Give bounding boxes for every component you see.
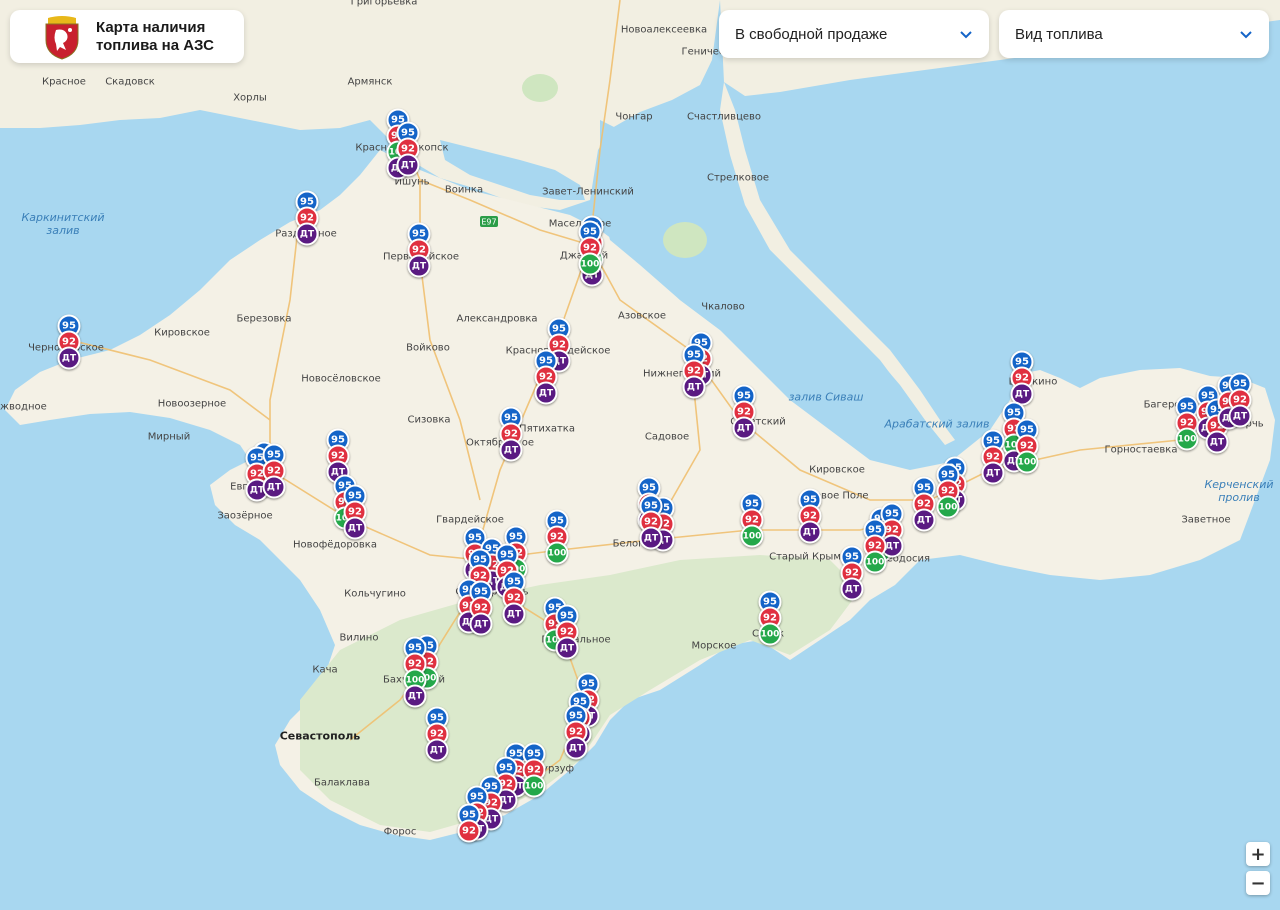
- fuel-marker-100[interactable]: 100: [740, 524, 764, 548]
- app-title-line2: топлива на АЗС: [96, 36, 214, 54]
- place-label: Вилино: [339, 632, 379, 644]
- place-label: Старый Крым: [769, 551, 841, 563]
- fuel-marker-dt[interactable]: ДТ: [798, 520, 822, 544]
- chevron-down-icon: [960, 31, 972, 39]
- place-label: Горностаевка: [1104, 444, 1178, 456]
- water-label: залив Сиваш: [788, 390, 864, 404]
- place-label: Хорлы: [233, 92, 267, 104]
- place-label: Балаклава: [313, 777, 371, 789]
- place-label: Садовое: [644, 431, 690, 443]
- place-label: Межводное: [0, 401, 47, 413]
- place-label: Форос: [383, 826, 417, 838]
- fuel-marker-dt[interactable]: ДТ: [1205, 430, 1229, 454]
- place-label: Кольчугино: [344, 588, 406, 600]
- place-label: Березовка: [236, 313, 292, 325]
- place-label: Красное: [42, 76, 86, 88]
- place-label: Новоозерное: [157, 398, 227, 410]
- fuel-marker-100[interactable]: 100: [1175, 427, 1199, 451]
- app-title: Карта наличия топлива на АЗС: [96, 19, 236, 55]
- place-label: Новофёдоровка: [293, 539, 377, 551]
- zoom-in-button[interactable]: +: [1246, 842, 1270, 866]
- fuel-marker-100[interactable]: 100: [936, 495, 960, 519]
- place-label: Александровка: [456, 313, 538, 325]
- fuel-marker-100[interactable]: 100: [758, 622, 782, 646]
- fuel-marker-dt[interactable]: ДТ: [912, 508, 936, 532]
- fuel-marker-dt[interactable]: ДТ: [425, 738, 449, 762]
- place-label: Чкалово: [701, 301, 745, 313]
- water-label: Каркинитский залив: [21, 211, 105, 237]
- fuel-marker-dt[interactable]: ДТ: [343, 516, 367, 540]
- sale-type-select[interactable]: В свободной продаже: [719, 10, 989, 58]
- fuel-marker-100[interactable]: 100: [1015, 450, 1039, 474]
- place-label: Воинка: [444, 184, 484, 196]
- place-label: Азовское: [618, 310, 666, 322]
- fuel-marker-100[interactable]: 100: [522, 774, 546, 798]
- fuel-type-placeholder: Вид топлива: [1015, 25, 1103, 43]
- place-label: Кача: [312, 664, 338, 676]
- fuel-marker-dt[interactable]: ДТ: [732, 416, 756, 440]
- fuel-marker-dt[interactable]: ДТ: [1228, 404, 1252, 428]
- fuel-marker-dt[interactable]: ДТ: [840, 577, 864, 601]
- place-label: Армянск: [347, 76, 393, 88]
- fuel-marker-100[interactable]: 100: [863, 550, 887, 574]
- fuel-marker-100[interactable]: 100: [578, 252, 602, 276]
- place-label: Чонгар: [615, 111, 653, 123]
- chevron-down-icon: [1240, 31, 1252, 39]
- crimea-coat-of-arms-icon: [45, 15, 79, 60]
- place-label: Новоалексеевка: [620, 24, 708, 36]
- fuel-marker-dt[interactable]: ДТ: [639, 526, 663, 550]
- fuel-marker-dt[interactable]: ДТ: [555, 636, 579, 660]
- place-label: Севастополь: [279, 729, 361, 743]
- fuel-marker-dt[interactable]: ДТ: [57, 346, 81, 370]
- fuel-marker-dt[interactable]: ДТ: [534, 381, 558, 405]
- place-label: Кировское: [154, 327, 210, 339]
- fuel-marker-dt[interactable]: ДТ: [981, 461, 1005, 485]
- place-label: Скадовск: [105, 76, 155, 88]
- place-label: Григорьевка: [350, 0, 418, 8]
- fuel-marker-dt[interactable]: ДТ: [469, 612, 493, 636]
- crimea-map[interactable]: E97: [0, 0, 1280, 910]
- fuel-marker-92[interactable]: 92: [457, 819, 481, 843]
- fuel-marker-dt[interactable]: ДТ: [682, 375, 706, 399]
- app-title-line1: Карта наличия: [96, 18, 206, 36]
- fuel-type-select[interactable]: Вид топлива: [999, 10, 1269, 58]
- place-label: Пятихатка: [519, 423, 575, 435]
- fuel-marker-100[interactable]: 100: [545, 541, 569, 565]
- place-label: Новосёловское: [301, 373, 381, 385]
- place-label: Войково: [406, 342, 450, 354]
- fuel-marker-dt[interactable]: ДТ: [262, 475, 286, 499]
- place-label: Морское: [691, 640, 737, 652]
- place-label: Сизовка: [407, 414, 451, 426]
- place-label: Стрелковое: [706, 172, 770, 184]
- fuel-marker-dt[interactable]: ДТ: [564, 736, 588, 760]
- place-label: Кировское: [809, 464, 865, 476]
- fuel-marker-dt[interactable]: ДТ: [403, 684, 427, 708]
- fuel-marker-dt[interactable]: ДТ: [499, 438, 523, 462]
- fuel-marker-dt[interactable]: ДТ: [407, 254, 431, 278]
- fuel-marker-dt[interactable]: ДТ: [502, 602, 526, 626]
- fuel-marker-dt[interactable]: ДТ: [396, 153, 420, 177]
- place-label: Мирный: [147, 431, 191, 443]
- header-card: Карта наличия топлива на АЗС: [10, 10, 244, 63]
- water-label: Керченский пролив: [1204, 478, 1274, 504]
- water-label: Арабатский залив: [884, 417, 990, 431]
- place-label: Заозёрное: [217, 510, 273, 522]
- zoom-out-button[interactable]: −: [1246, 871, 1270, 895]
- place-label: Завет-Ленинский: [542, 186, 634, 198]
- sale-type-value: В свободной продаже: [735, 25, 888, 43]
- place-label: Гвардейское: [436, 514, 504, 526]
- place-label: Счастливцево: [686, 111, 762, 123]
- place-label: Заветное: [1181, 514, 1231, 526]
- road-label-e97: E97: [481, 218, 496, 227]
- fuel-marker-dt[interactable]: ДТ: [295, 222, 319, 246]
